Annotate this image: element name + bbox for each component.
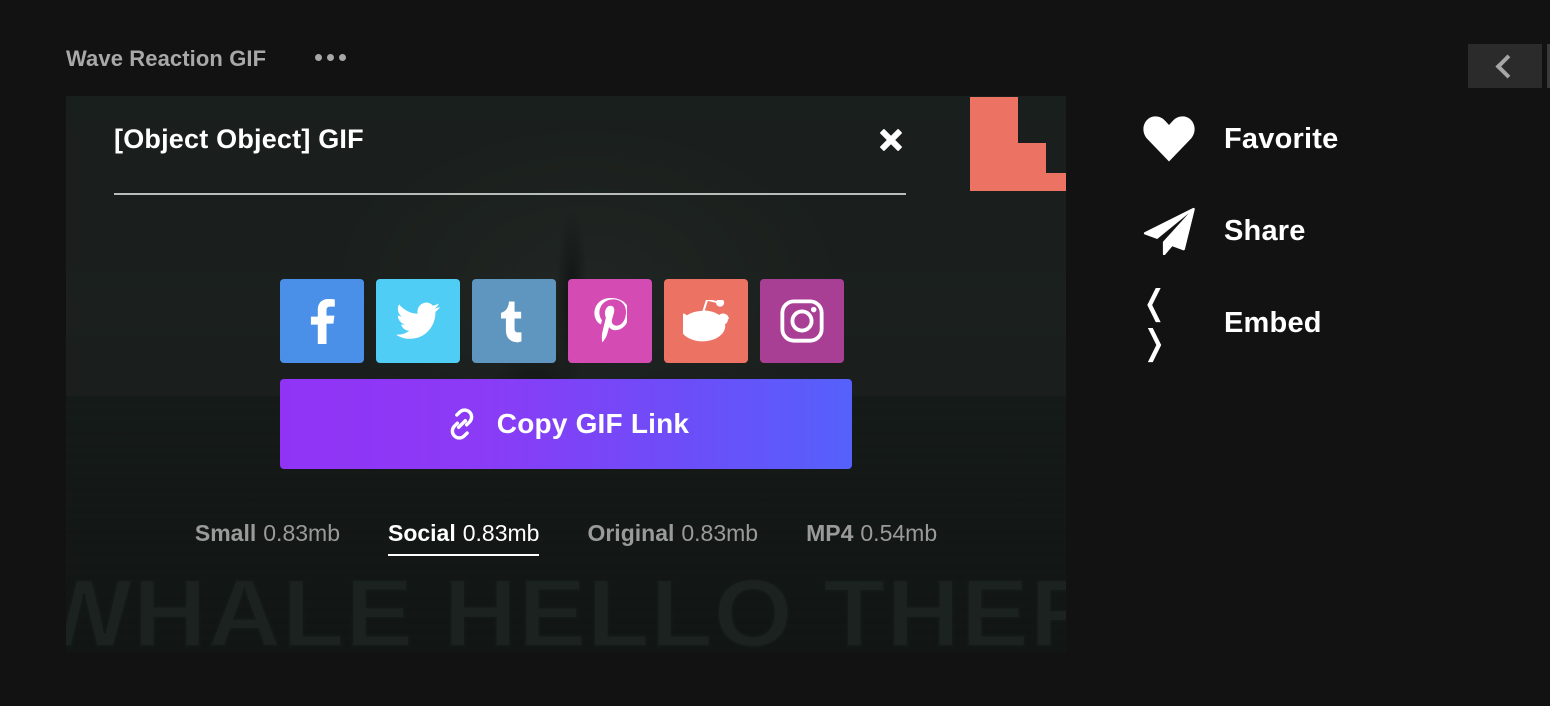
size-option-name: Social [387, 520, 456, 546]
share-twitter-button[interactable] [376, 279, 460, 363]
size-option-filesize: 0.54mb [860, 520, 938, 546]
page-title: Wave Reaction GIF [66, 46, 267, 71]
favorite-button[interactable]: Favorite [1140, 108, 1338, 170]
gif-card: WHALE HELLO THERE [Object Object] GIF [66, 96, 1066, 652]
twitter-icon [396, 302, 440, 339]
share-overlay: [Object Object] GIF Copy GIF Link Small … [66, 96, 1066, 652]
size-option-name: MP4 [806, 520, 854, 546]
share-pinterest-button[interactable] [568, 279, 652, 363]
code-brackets-icon: ❬ ❭ [1140, 283, 1175, 363]
copy-gif-link-button[interactable]: Copy GIF Link [280, 379, 852, 469]
reddit-icon [683, 300, 729, 342]
size-option-filesize: 0.83mb [462, 520, 540, 546]
share-modal-title: [Object Object] GIF [114, 124, 364, 154]
action-rail: Favorite Share ❬ ❭ Embed [1140, 108, 1338, 363]
size-option-name: Original [587, 520, 675, 546]
chevron-left-icon [1494, 53, 1520, 79]
size-option-filesize: 0.83mb [681, 520, 759, 546]
more-options-button[interactable] [315, 54, 346, 61]
size-option-original[interactable]: Original 0.83mb [587, 520, 758, 556]
dot-icon [315, 54, 322, 61]
dot-icon [339, 54, 346, 61]
share-reddit-button[interactable] [664, 279, 748, 363]
social-share-row [280, 279, 844, 363]
share-button[interactable]: Share [1140, 200, 1338, 262]
favorite-label: Favorite [1224, 122, 1339, 155]
size-option-social[interactable]: Social 0.83mb [387, 520, 540, 556]
size-option-mp4[interactable]: MP4 0.54mb [806, 520, 937, 556]
tumblr-icon [501, 301, 522, 343]
size-options-row: Small 0.83mb Social 0.83mb Original 0.83… [66, 520, 1066, 556]
share-facebook-button[interactable] [280, 279, 364, 363]
share-tumblr-button[interactable] [472, 279, 556, 363]
heart-icon [1140, 116, 1198, 162]
page-header: Wave Reaction GIF [0, 0, 1550, 96]
embed-button[interactable]: ❬ ❭ Embed [1140, 283, 1338, 363]
size-option-filesize: 0.83mb [263, 520, 340, 546]
dot-icon [327, 54, 334, 61]
share-instagram-button[interactable] [760, 279, 844, 363]
header-divider [114, 193, 906, 195]
size-option-small[interactable]: Small 0.83mb [195, 520, 340, 556]
link-icon [450, 408, 474, 440]
copy-gif-link-label: Copy GIF Link [496, 408, 690, 439]
previous-gif-button[interactable] [1468, 44, 1542, 88]
size-option-name: Small [194, 520, 257, 546]
facebook-icon [310, 299, 335, 344]
share-header: [Object Object] GIF [114, 124, 906, 155]
pinterest-icon [594, 298, 627, 343]
embed-label: Embed [1224, 306, 1322, 339]
instagram-icon [780, 299, 824, 343]
paper-plane-icon [1140, 207, 1198, 255]
share-label: Share [1224, 214, 1306, 247]
close-icon[interactable] [876, 125, 906, 155]
